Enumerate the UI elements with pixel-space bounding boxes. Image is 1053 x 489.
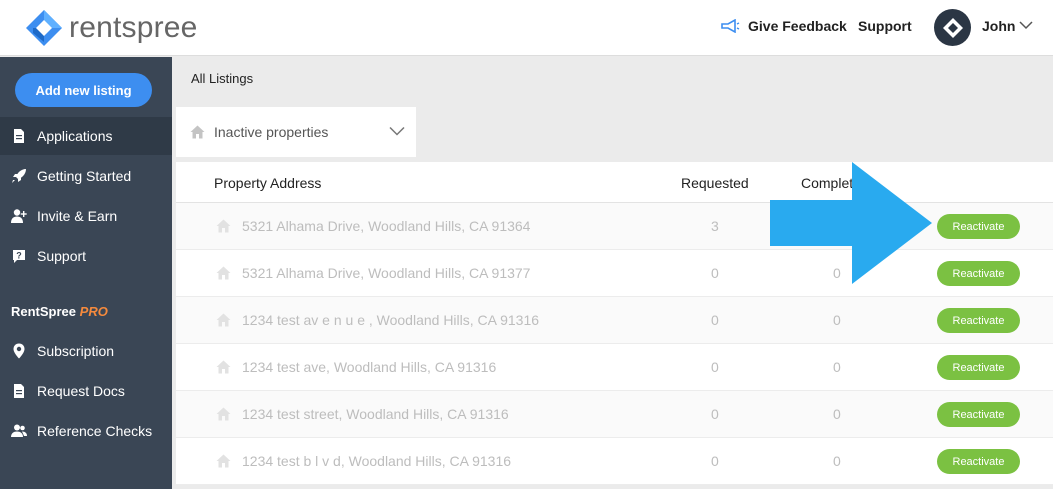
add-new-listing-button[interactable]: Add new listing — [15, 73, 152, 107]
sidebar-item-reference-checks[interactable]: Reference Checks — [0, 412, 172, 450]
row-completed-count: 0 — [833, 453, 841, 469]
home-icon — [216, 266, 231, 280]
reactivate-button[interactable]: Reactivate — [937, 261, 1020, 286]
row-address[interactable]: 1234 test street, Woodland Hills, CA 913… — [242, 406, 509, 422]
sidebar-item-support[interactable]: ? Support — [0, 237, 172, 275]
sidebar-item-invite-earn[interactable]: Invite & Earn — [0, 197, 172, 235]
table-row: 1234 test av e n u e , Woodland Hills, C… — [176, 297, 1053, 344]
reactivate-button[interactable]: Reactivate — [937, 449, 1020, 474]
property-status-value: Inactive properties — [214, 124, 329, 140]
give-feedback-link[interactable]: Give Feedback — [720, 18, 847, 34]
document-icon — [14, 129, 24, 143]
row-requested-count: 0 — [711, 359, 719, 375]
rocket-icon — [12, 169, 26, 183]
sidebar-item-label: Request Docs — [37, 383, 125, 399]
column-header-address: Property Address — [214, 175, 322, 191]
row-address[interactable]: 5321 Alhama Drive, Woodland Hills, CA 91… — [242, 218, 530, 234]
breadcrumb-all-listings[interactable]: All Listings — [191, 71, 253, 86]
chevron-down-icon — [389, 126, 405, 136]
row-address[interactable]: 1234 test av e n u e , Woodland Hills, C… — [242, 312, 539, 328]
home-icon — [216, 454, 231, 468]
property-status-select[interactable]: Inactive properties — [176, 107, 416, 157]
reactivate-button[interactable]: Reactivate — [937, 214, 1020, 239]
user-plus-icon — [11, 209, 27, 223]
logo-text-spree: spree — [121, 11, 198, 44]
home-icon — [216, 360, 231, 374]
give-feedback-label: Give Feedback — [748, 18, 847, 34]
sidebar-item-label: Applications — [37, 128, 113, 144]
home-icon — [216, 313, 231, 327]
logo-text-rent: rent — [69, 11, 122, 44]
pro-heading-suffix: PRO — [79, 304, 108, 319]
location-pin-icon — [13, 343, 25, 359]
row-completed-count: 0 — [833, 359, 841, 375]
sidebar: Add new listing Applications Getting Sta… — [0, 57, 172, 489]
rentspree-logo[interactable]: rentspree — [25, 9, 198, 47]
document-icon — [14, 384, 24, 398]
row-address[interactable]: 5321 Alhama Drive, Woodland Hills, CA 91… — [242, 265, 530, 281]
user-menu-chevron-down-icon[interactable] — [1019, 20, 1033, 30]
row-requested-count: 0 — [711, 406, 719, 422]
row-completed-count: 0 — [833, 406, 841, 422]
row-requested-count: 0 — [711, 312, 719, 328]
sidebar-item-getting-started[interactable]: Getting Started — [0, 157, 172, 195]
row-requested-count: 0 — [711, 453, 719, 469]
table-row: 1234 test b l v d, Woodland Hills, CA 91… — [176, 438, 1053, 485]
sidebar-item-applications[interactable]: Applications — [0, 117, 172, 155]
users-icon — [11, 424, 27, 437]
home-icon — [190, 125, 205, 139]
row-requested-count: 0 — [711, 265, 719, 281]
row-address[interactable]: 1234 test ave, Woodland Hills, CA 91316 — [242, 359, 496, 375]
sidebar-item-label: Getting Started — [37, 168, 132, 184]
annotation-arrow-icon — [770, 162, 932, 284]
sidebar-item-label: Invite & Earn — [37, 208, 118, 224]
sidebar-item-label: Reference Checks — [37, 423, 153, 439]
svg-text:?: ? — [16, 251, 22, 261]
avatar-logo-icon — [942, 17, 963, 38]
home-icon — [216, 219, 231, 233]
sidebar-item-subscription[interactable]: Subscription — [0, 332, 172, 370]
column-header-requested: Requested — [681, 175, 749, 191]
reactivate-button[interactable]: Reactivate — [937, 355, 1020, 380]
support-link[interactable]: Support — [858, 18, 912, 34]
home-icon — [216, 407, 231, 421]
table-row: 1234 test street, Woodland Hills, CA 913… — [176, 391, 1053, 438]
reactivate-button[interactable]: Reactivate — [937, 308, 1020, 333]
rentspree-pro-heading: RentSpree PRO — [11, 304, 108, 319]
reactivate-button[interactable]: Reactivate — [937, 402, 1020, 427]
sidebar-item-label: Support — [37, 248, 87, 264]
megaphone-icon — [721, 19, 740, 33]
sidebar-item-label: Subscription — [37, 343, 115, 359]
row-completed-count: 0 — [833, 312, 841, 328]
rentspree-logo-icon — [26, 10, 62, 46]
pro-heading-prefix: RentSpree — [11, 304, 77, 319]
user-avatar[interactable] — [934, 9, 971, 46]
user-name[interactable]: John — [982, 18, 1015, 34]
row-address[interactable]: 1234 test b l v d, Woodland Hills, CA 91… — [242, 453, 511, 469]
row-requested-count: 3 — [711, 218, 719, 234]
help-icon: ? — [13, 250, 25, 263]
sidebar-item-request-docs[interactable]: Request Docs — [0, 372, 172, 410]
table-row: 1234 test ave, Woodland Hills, CA 91316 0… — [176, 344, 1053, 391]
top-header: rentspree Give Feedback Support John — [0, 0, 1053, 56]
